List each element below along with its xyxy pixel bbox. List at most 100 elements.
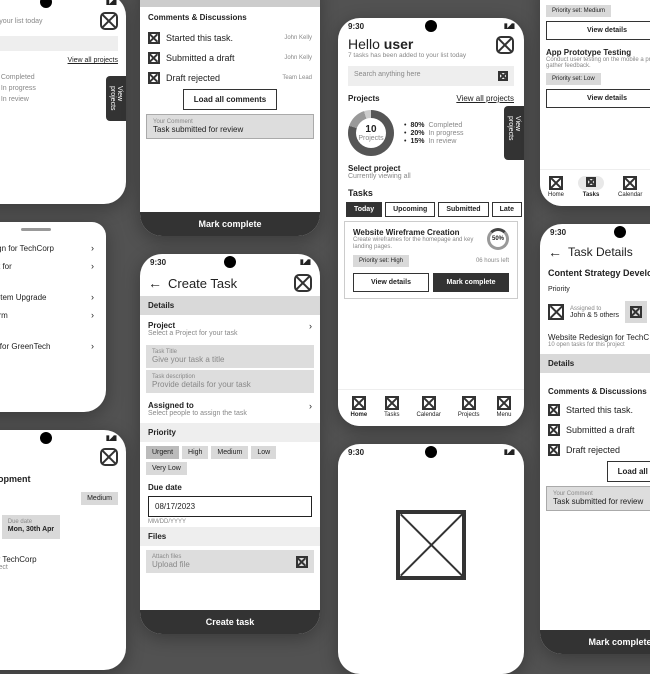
comments-header: Comments & Discussions [140, 7, 320, 28]
priority-chip: Medium [81, 492, 118, 505]
back-icon[interactable]: ← [548, 244, 562, 260]
list-item[interactable]: ategy for GreenTech› [0, 337, 102, 355]
assigned-select[interactable]: Assigned toSelect people to assign the t… [140, 395, 320, 423]
subtitle: 7 tasks has been added to your list toda… [348, 52, 466, 59]
nav-home[interactable]: Home [350, 396, 367, 418]
task-list-partial: Content Strategy Development Draft a con… [540, 0, 650, 206]
priority-header: Priority [140, 423, 320, 442]
list-item: k [0, 275, 102, 288]
task-title: App Prototype Testing [546, 48, 650, 57]
task-comments-screen: Details Comments & Discussions Started t… [140, 0, 320, 236]
list-item: ent [0, 324, 102, 337]
comment-row: Draft rejectedTeam Lead [140, 68, 320, 88]
tab-submitted[interactable]: Submitted [438, 202, 488, 217]
create-task-button[interactable]: Create task [140, 610, 320, 634]
task-card: Website Wireframe Creation Create wirefr… [344, 221, 518, 299]
list-item[interactable]: Platform› [0, 306, 102, 324]
create-task-title: Create Task [168, 276, 237, 291]
added-text: dded to your list today [0, 18, 43, 25]
task-subtitle: Content Strategy Developmen [540, 264, 650, 282]
load-comments-button[interactable]: Load all comments [183, 89, 277, 110]
nav-calendar[interactable]: Calendar [416, 396, 440, 418]
mark-complete-button[interactable]: Mark complete [140, 212, 320, 236]
search-input[interactable]: here [0, 36, 118, 51]
comment-row: Submitted a draft [540, 420, 650, 440]
nav-projects[interactable]: Projects [458, 396, 480, 418]
list-item[interactable]: edesign for TechCorp› [0, 239, 102, 257]
menu-icon[interactable] [496, 36, 514, 54]
view-projects-tab[interactable]: View projects [106, 76, 126, 121]
close-icon[interactable] [100, 448, 118, 466]
stat-row: •20%In progress [0, 85, 118, 94]
priority-medium[interactable]: Medium [211, 446, 248, 459]
view-details-button[interactable]: View details [353, 273, 429, 292]
view-all-link[interactable]: View all projects [456, 94, 514, 103]
status-bar: ▮◢▮ [0, 0, 126, 10]
comment-row: Started this task.John Kelly [140, 28, 320, 48]
files-header: Files [140, 527, 320, 546]
tab-upcoming[interactable]: Upcoming [385, 202, 435, 217]
view-projects-tab[interactable]: View projects [504, 106, 524, 160]
view-all-link[interactable]: View all projects [68, 57, 118, 64]
priority-label: Priority [540, 282, 650, 297]
nav-home[interactable]: Home [548, 176, 564, 198]
search-input[interactable]: Search anything here [348, 66, 514, 86]
nav-tasks[interactable]: Tasks [384, 396, 399, 418]
assigned-chip[interactable]: Assigned toJohn & 5 others [570, 306, 619, 319]
due-date-chip: Due date Mon, 30th Apr [2, 515, 60, 539]
avatar-icon [548, 304, 564, 320]
details-partial: ▮◢▮ tails Development Medium ers Due dat… [0, 430, 126, 670]
your-comment-box[interactable]: Your Comment Task submitted for review [546, 486, 650, 511]
mark-complete-button[interactable]: Mark complete [540, 630, 650, 654]
details-header: Details [140, 296, 320, 315]
comment-row: Started this task. [540, 400, 650, 420]
priority-low[interactable]: Low [251, 446, 276, 459]
placeholder-icon [396, 510, 466, 580]
project-row[interactable]: Website Redesign for TechC 10 open tasks… [540, 327, 650, 354]
projects-label: Projects [348, 94, 380, 103]
select-project[interactable]: Select projectCurrently viewing all [338, 160, 524, 184]
list-item[interactable]: M System Upgrade› [0, 288, 102, 306]
home-screen: 9:30▮◢▮ Hello user 7 tasks has been adde… [338, 18, 524, 426]
due-date-input[interactable]: 08/17/2023 [148, 496, 312, 517]
comments-header: Comments & Discussions [540, 383, 650, 400]
task-desc-input[interactable]: Task description Provide details for you… [146, 370, 314, 393]
bottom-nav: Home Tasks Calendar Projects Menu [338, 389, 524, 426]
progress-ring: 50% [487, 228, 509, 250]
view-details-button[interactable]: View details [546, 89, 650, 108]
details-header: Details [540, 354, 650, 373]
project-select[interactable]: ProjectSelect a Project for your task › [140, 315, 320, 343]
tab-today[interactable]: Today [346, 202, 382, 217]
blank-screen: 9:30▮◢▮ [338, 444, 524, 674]
due-date-label: Due date [140, 479, 320, 496]
nav-tasks[interactable]: Tasks [578, 176, 604, 198]
nav-menu[interactable]: Menu [496, 396, 511, 418]
close-icon[interactable] [100, 12, 118, 30]
close-icon[interactable] [294, 274, 312, 292]
dev-line: Development [0, 468, 126, 490]
your-comment-box[interactable]: Your Comment Task submitted for review [146, 114, 314, 139]
projects-donut: 10Projects [348, 110, 394, 156]
stat-row: •15%In review [0, 96, 118, 105]
tasks-label: Tasks [338, 184, 524, 202]
date-format: MM/DD/YYYY [140, 517, 320, 527]
list-item[interactable]: pment for› [0, 257, 102, 275]
mark-complete-button[interactable]: Mark complete [433, 273, 509, 292]
create-task-screen: 9:30▮◢▮ ← Create Task Details ProjectSel… [140, 254, 320, 634]
task-title-input[interactable]: Task Title Give your task a title [146, 345, 314, 368]
priority-chip: Priority set: High [353, 255, 409, 267]
project-sheet: edesign for TechCorp› pment for› k M Sys… [0, 222, 106, 412]
comment-row: Submitted a draftJohn Kelly [140, 48, 320, 68]
stat-row: •80%Completed [0, 74, 118, 83]
priority-urgent[interactable]: Urgent [146, 446, 179, 459]
back-icon[interactable]: ← [148, 275, 162, 291]
tab-late[interactable]: Late [492, 202, 522, 217]
hours-left: 06 hours left [476, 258, 509, 264]
view-details-button[interactable]: View details [546, 21, 650, 40]
nav-calendar[interactable]: Calendar [618, 176, 642, 198]
load-comments-button[interactable]: Load all commen [607, 461, 650, 482]
attach-input[interactable]: Attach filesUpload file [146, 550, 314, 573]
project-line[interactable]: sign for TechCorp this project [0, 547, 126, 573]
priority-high[interactable]: High [182, 446, 208, 459]
priority-verylow[interactable]: Very Low [146, 462, 187, 475]
